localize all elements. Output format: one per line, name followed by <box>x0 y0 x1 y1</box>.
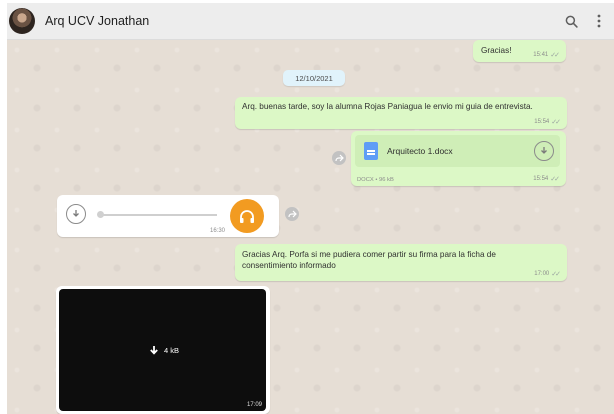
read-ticks-icon: ✓✓ <box>551 271 561 278</box>
message-text: Arq. buenas tarde, soy la alumna Rojas P… <box>242 102 533 111</box>
message-meta: 15:54 ✓✓ <box>533 175 560 183</box>
message-meta: 15:41 ✓✓ <box>533 51 560 59</box>
image-download[interactable]: 4 kB <box>149 345 179 356</box>
image-placeholder[interactable]: 4 kB 17:09 <box>59 289 266 411</box>
date-separator: 12/10/2021 <box>283 70 345 86</box>
download-arrow-icon <box>150 346 158 355</box>
message-intro[interactable]: Arq. buenas tarde, soy la alumna Rojas P… <box>235 97 567 129</box>
document-meta: DOCX • 96 kB <box>357 177 394 183</box>
message-image[interactable]: 4 kB 17:09 <box>56 286 270 414</box>
message-time: 15:41 <box>533 52 549 58</box>
read-ticks-icon: ✓✓ <box>551 119 561 126</box>
message-meta: 17:00 ✓✓ <box>534 270 561 278</box>
audio-download-icon[interactable] <box>66 204 86 224</box>
message-text: Gracias Arq. Porfa si me pudiera comer p… <box>242 250 496 270</box>
message-gracias[interactable]: Gracias! 15:41 ✓✓ <box>473 40 566 62</box>
docx-file-icon <box>364 142 378 160</box>
image-size: 4 kB <box>164 346 180 355</box>
header-actions <box>562 12 608 30</box>
download-icon[interactable] <box>534 141 554 161</box>
read-ticks-icon: ✓✓ <box>550 52 560 59</box>
message-document[interactable]: Arquitecto 1.docx DOCX • 96 kB 15:54 ✓✓ <box>351 131 566 186</box>
whatsapp-window: Arq UCV Jonathan Gracias! 15:41 ✓✓ 12/10/… <box>0 0 614 414</box>
message-text: Gracias! <box>481 46 512 55</box>
message-meta: 16:30 <box>210 228 225 234</box>
audio-progress-track[interactable] <box>99 214 217 216</box>
message-audio[interactable]: 16:30 <box>57 195 279 237</box>
avatar[interactable] <box>9 8 35 34</box>
forward-icon[interactable] <box>285 207 299 221</box>
read-ticks-icon: ✓✓ <box>550 176 560 183</box>
chat-header: Arq UCV Jonathan <box>7 3 614 40</box>
message-time: 15:54 <box>534 119 550 125</box>
headphones-icon <box>230 199 264 233</box>
search-icon[interactable] <box>562 12 580 30</box>
forward-icon[interactable] <box>332 151 346 165</box>
audio-progress-knob[interactable] <box>97 211 104 218</box>
document-name: Arquitecto 1.docx <box>387 146 453 156</box>
chat-area[interactable]: Gracias! 15:41 ✓✓ 12/10/2021 Arq. buenas … <box>7 40 614 414</box>
message-time: 17:00 <box>534 271 550 277</box>
message-time: 15:54 <box>533 176 549 182</box>
message-consent[interactable]: Gracias Arq. Porfa si me pudiera comer p… <box>235 244 567 281</box>
document-attachment[interactable]: Arquitecto 1.docx <box>355 135 560 167</box>
contact-name[interactable]: Arq UCV Jonathan <box>45 14 149 28</box>
kebab-menu-icon[interactable] <box>590 12 608 30</box>
message-time: 17:09 <box>246 402 262 408</box>
message-time: 16:30 <box>209 228 225 234</box>
message-meta: 15:54 ✓✓ <box>534 118 561 126</box>
